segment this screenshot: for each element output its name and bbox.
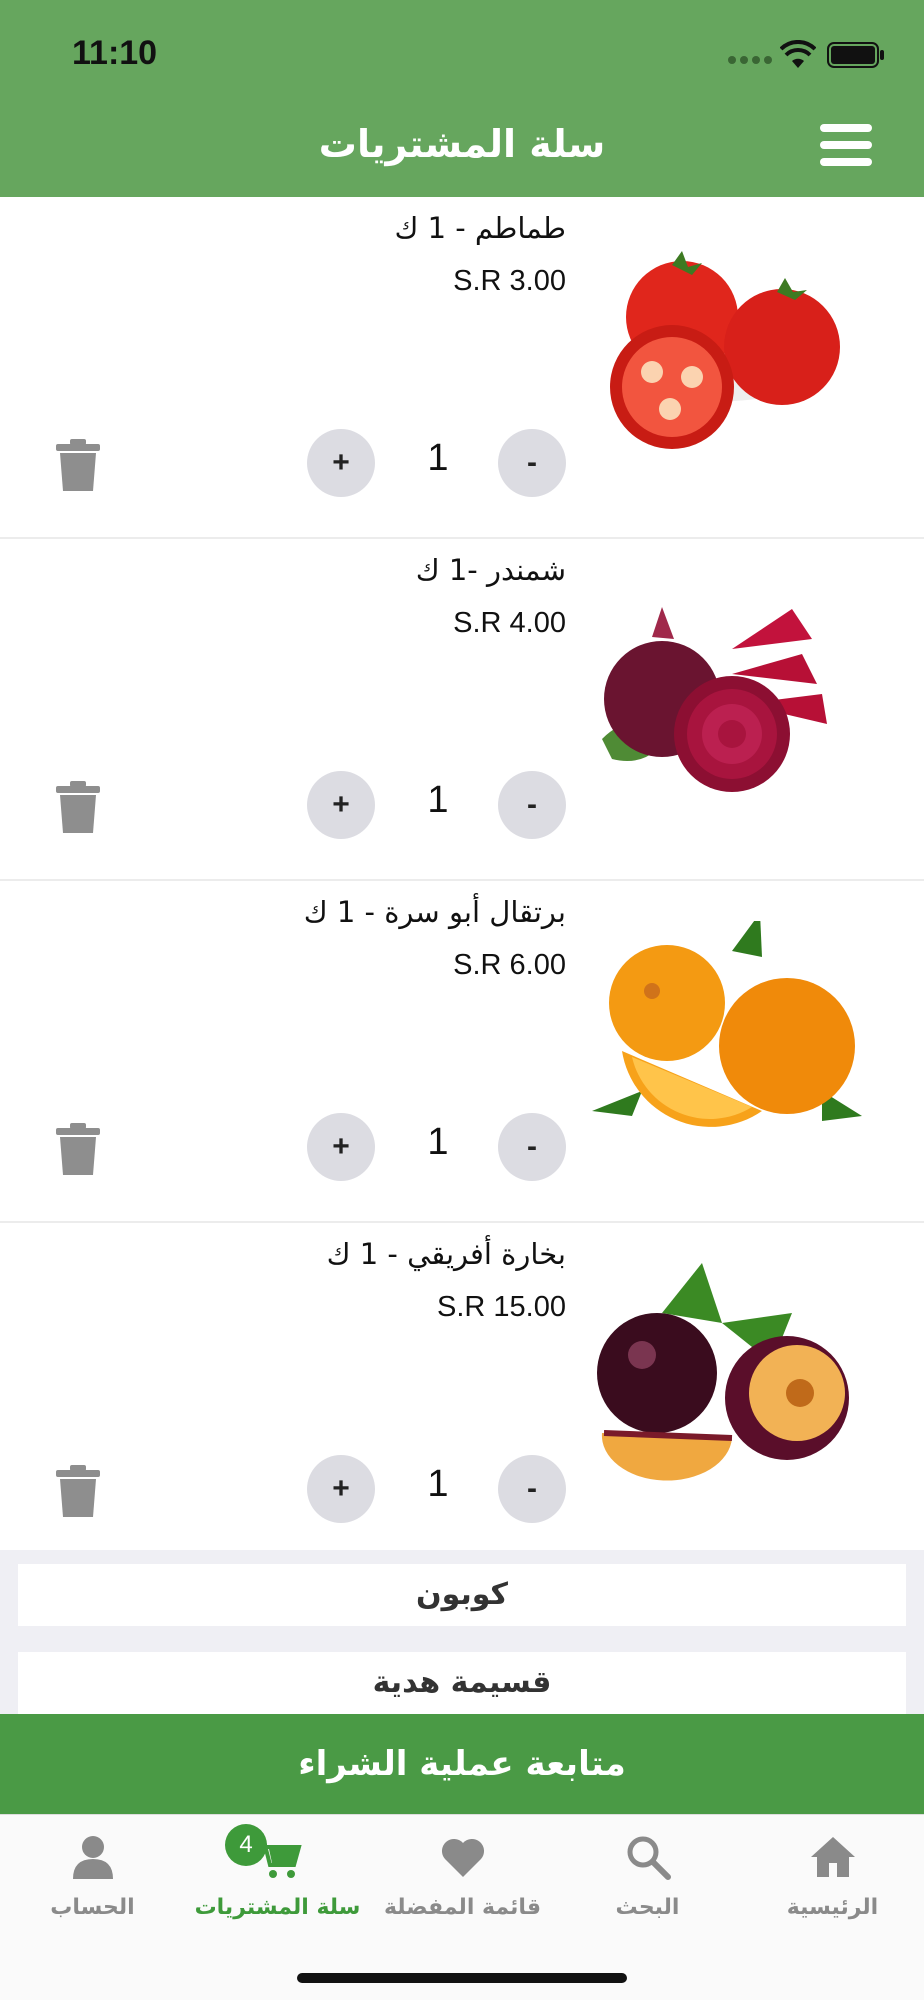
trash-icon[interactable] — [56, 1123, 100, 1175]
person-icon — [72, 1836, 113, 1879]
quantity-value: 1 — [427, 1463, 449, 1505]
app-header: 11:10 سلة المشتريات — [0, 0, 924, 197]
decrease-quantity-button[interactable]: - — [498, 429, 566, 497]
tab-cart[interactable]: سلة المشتريات — [185, 1815, 370, 1945]
tab-account[interactable]: الحساب — [0, 1815, 185, 1945]
cart-list: طماطم - 1 ك S.R 3.00 - 1 + شمندر -1 ك S.… — [0, 197, 924, 1565]
heart-icon — [441, 1838, 484, 1877]
tab-home[interactable]: الرئيسية — [740, 1815, 924, 1945]
item-name: طماطم - 1 ك — [394, 211, 566, 245]
tab-bar: الحساب سلة المشتريات 4 قائمة المفضلة الب… — [0, 1814, 924, 2000]
beetroot-image — [602, 607, 827, 792]
cellular-signal-icon — [728, 56, 772, 64]
home-icon — [810, 1837, 855, 1877]
increase-quantity-button[interactable]: + — [307, 429, 375, 497]
discount-section: كوبون قسيمة هدية — [0, 1550, 924, 1714]
item-price: S.R 4.00 — [453, 607, 566, 639]
tab-label: البحث — [615, 1895, 680, 1920]
increase-quantity-button[interactable]: + — [307, 771, 375, 839]
tab-label: قائمة المفضلة — [383, 1895, 542, 1920]
tomatoes-image — [610, 251, 840, 449]
cart-item: طماطم - 1 ك S.R 3.00 - 1 + — [0, 197, 924, 539]
decrease-quantity-button[interactable]: - — [498, 1113, 566, 1181]
trash-icon[interactable] — [56, 1465, 100, 1517]
battery-icon — [827, 42, 884, 68]
oranges-image — [592, 921, 862, 1127]
status-time: 11:10 — [72, 34, 158, 72]
quantity-value: 1 — [427, 779, 449, 821]
gift-card-button[interactable]: قسيمة هدية — [18, 1652, 906, 1714]
item-name: بخارة أفريقي - 1 ك — [326, 1237, 566, 1271]
item-price: S.R 15.00 — [437, 1291, 566, 1323]
increase-quantity-button[interactable]: + — [307, 1455, 375, 1523]
cart-item: برتقال أبو سرة - 1 ك S.R 6.00 - 1 + — [0, 881, 924, 1223]
decrease-quantity-button[interactable]: - — [498, 1455, 566, 1523]
item-name: شمندر -1 ك — [415, 553, 566, 587]
plums-image — [597, 1263, 849, 1481]
quantity-value: 1 — [427, 1121, 449, 1163]
item-name: برتقال أبو سرة - 1 ك — [303, 895, 566, 929]
menu-icon — [820, 124, 872, 132]
quantity-value: 1 — [427, 437, 449, 479]
trash-icon[interactable] — [56, 439, 100, 491]
tab-label: سلة المشتريات — [194, 1895, 361, 1920]
search-icon — [627, 1836, 671, 1880]
page-title: سلة المشتريات — [318, 122, 606, 166]
checkout-button[interactable]: متابعة عملية الشراء — [0, 1714, 924, 1814]
tab-label: الحساب — [50, 1895, 135, 1920]
decrease-quantity-button[interactable]: - — [498, 771, 566, 839]
cart-item: بخارة أفريقي - 1 ك S.R 15.00 - 1 + — [0, 1223, 924, 1565]
cart-item: شمندر -1 ك S.R 4.00 - 1 + — [0, 539, 924, 881]
coupon-button[interactable]: كوبون — [18, 1564, 906, 1626]
item-price: S.R 6.00 — [453, 949, 566, 981]
tab-label: الرئيسية — [786, 1895, 879, 1920]
trash-icon[interactable] — [56, 781, 100, 833]
item-price: S.R 3.00 — [453, 265, 566, 297]
tab-search[interactable]: البحث — [555, 1815, 740, 1945]
menu-button[interactable] — [820, 124, 872, 166]
wifi-icon — [780, 40, 816, 68]
increase-quantity-button[interactable]: + — [307, 1113, 375, 1181]
cart-count-badge: 4 — [225, 1824, 267, 1866]
home-indicator — [297, 1973, 627, 1983]
tab-favorites[interactable]: قائمة المفضلة — [370, 1815, 555, 1945]
